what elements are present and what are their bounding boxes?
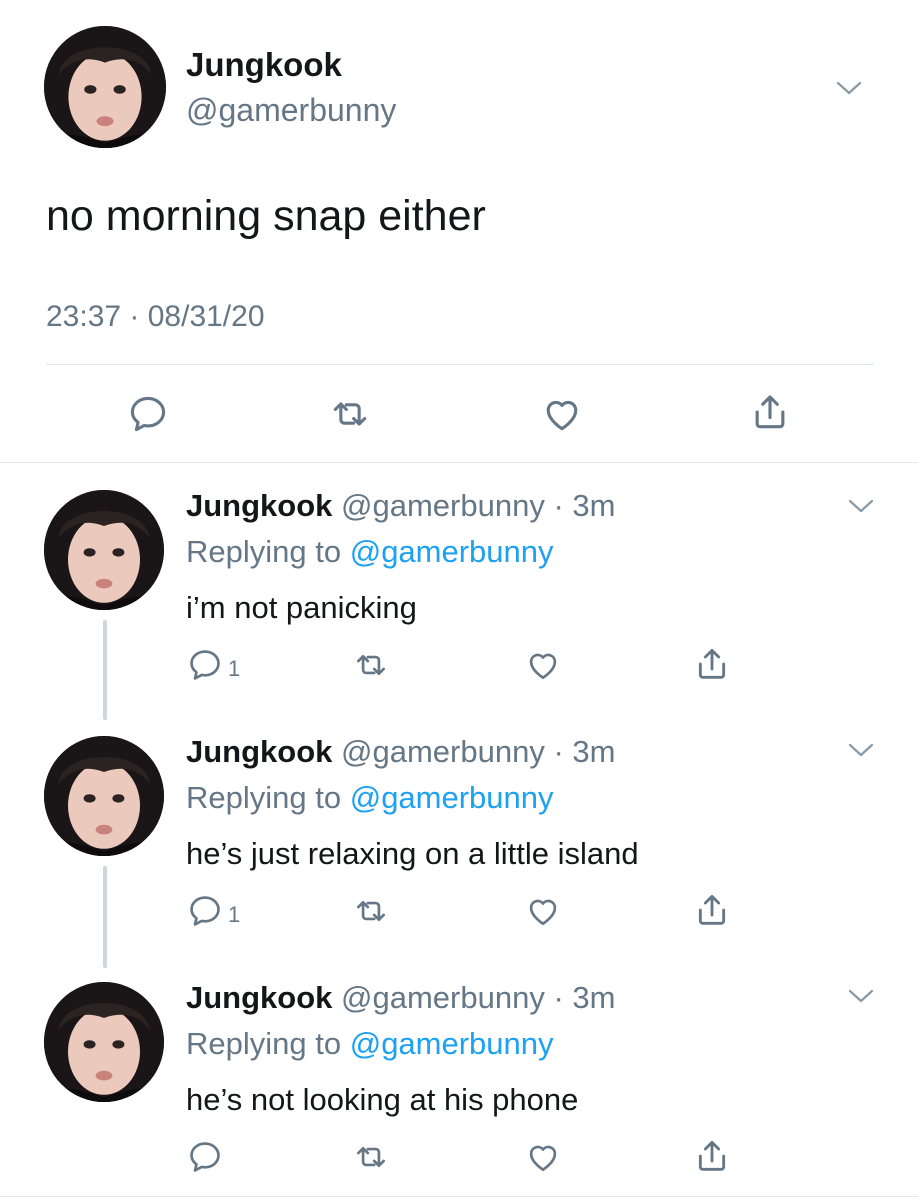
avatar[interactable]: [44, 490, 164, 610]
share-icon[interactable]: [692, 890, 732, 930]
replying-to-handle[interactable]: @gamerbunny: [350, 780, 554, 815]
reply-count: 1: [228, 902, 241, 927]
comment-icon[interactable]: [186, 646, 224, 684]
reply-text: i’m not panicking: [186, 590, 417, 625]
like-icon[interactable]: [524, 1138, 562, 1176]
divider: [0, 462, 918, 463]
display-name[interactable]: Jungkook: [186, 734, 332, 769]
reply-text: he’s just relaxing on a little island: [186, 836, 639, 871]
comment-icon[interactable]: [126, 392, 170, 436]
share-icon[interactable]: [748, 390, 792, 434]
replying-to-handle[interactable]: @gamerbunny: [350, 534, 554, 569]
thread-connector: [103, 620, 107, 720]
chevron-down-icon[interactable]: [846, 986, 876, 1006]
like-icon[interactable]: [524, 646, 562, 684]
retweet-icon[interactable]: [352, 892, 390, 930]
display-name[interactable]: Jungkook: [186, 980, 332, 1015]
reply-header: Jungkook @gamerbunny · 3m: [186, 488, 615, 524]
avatar-image: [44, 982, 164, 1102]
replying-to: Replying to @gamerbunny: [186, 780, 554, 816]
avatar-image: [44, 736, 164, 856]
divider: [46, 364, 874, 365]
reply-text: he’s not looking at his phone: [186, 1082, 579, 1117]
username[interactable]: @gamerbunny: [186, 92, 396, 129]
username-time[interactable]: @gamerbunny · 3m: [341, 980, 615, 1015]
thread-connector: [103, 866, 107, 968]
replying-to-handle[interactable]: @gamerbunny: [350, 1026, 554, 1061]
reply-header: Jungkook @gamerbunny · 3m: [186, 980, 615, 1016]
avatar[interactable]: [44, 736, 164, 856]
chevron-down-icon[interactable]: [846, 740, 876, 760]
avatar-image: [44, 490, 164, 610]
username-time[interactable]: @gamerbunny · 3m: [341, 734, 615, 769]
avatar[interactable]: [44, 26, 166, 148]
chevron-down-icon[interactable]: [834, 78, 864, 98]
share-icon[interactable]: [692, 644, 732, 684]
share-icon[interactable]: [692, 1136, 732, 1176]
display-name[interactable]: Jungkook: [186, 488, 332, 523]
divider: [0, 1196, 918, 1197]
replying-to-label: Replying to: [186, 780, 350, 815]
comment-icon[interactable]: [186, 892, 224, 930]
comment-icon[interactable]: [186, 1138, 224, 1176]
retweet-icon[interactable]: [352, 646, 390, 684]
username-time[interactable]: @gamerbunny · 3m: [341, 488, 615, 523]
replying-to: Replying to @gamerbunny: [186, 534, 554, 570]
replying-to-label: Replying to: [186, 1026, 350, 1061]
like-icon[interactable]: [540, 392, 584, 436]
retweet-icon[interactable]: [328, 392, 372, 436]
tweet-text: no morning snap either: [46, 192, 486, 240]
display-name[interactable]: Jungkook: [186, 46, 342, 84]
avatar[interactable]: [44, 982, 164, 1102]
like-icon[interactable]: [524, 892, 562, 930]
reply-count: 1: [228, 656, 241, 681]
avatar-image: [44, 26, 166, 148]
replying-to: Replying to @gamerbunny: [186, 1026, 554, 1062]
replying-to-label: Replying to: [186, 534, 350, 569]
reply-header: Jungkook @gamerbunny · 3m: [186, 734, 615, 770]
tweet-timestamp[interactable]: 23:37 · 08/31/20: [46, 300, 265, 334]
retweet-icon[interactable]: [352, 1138, 390, 1176]
chevron-down-icon[interactable]: [846, 496, 876, 516]
